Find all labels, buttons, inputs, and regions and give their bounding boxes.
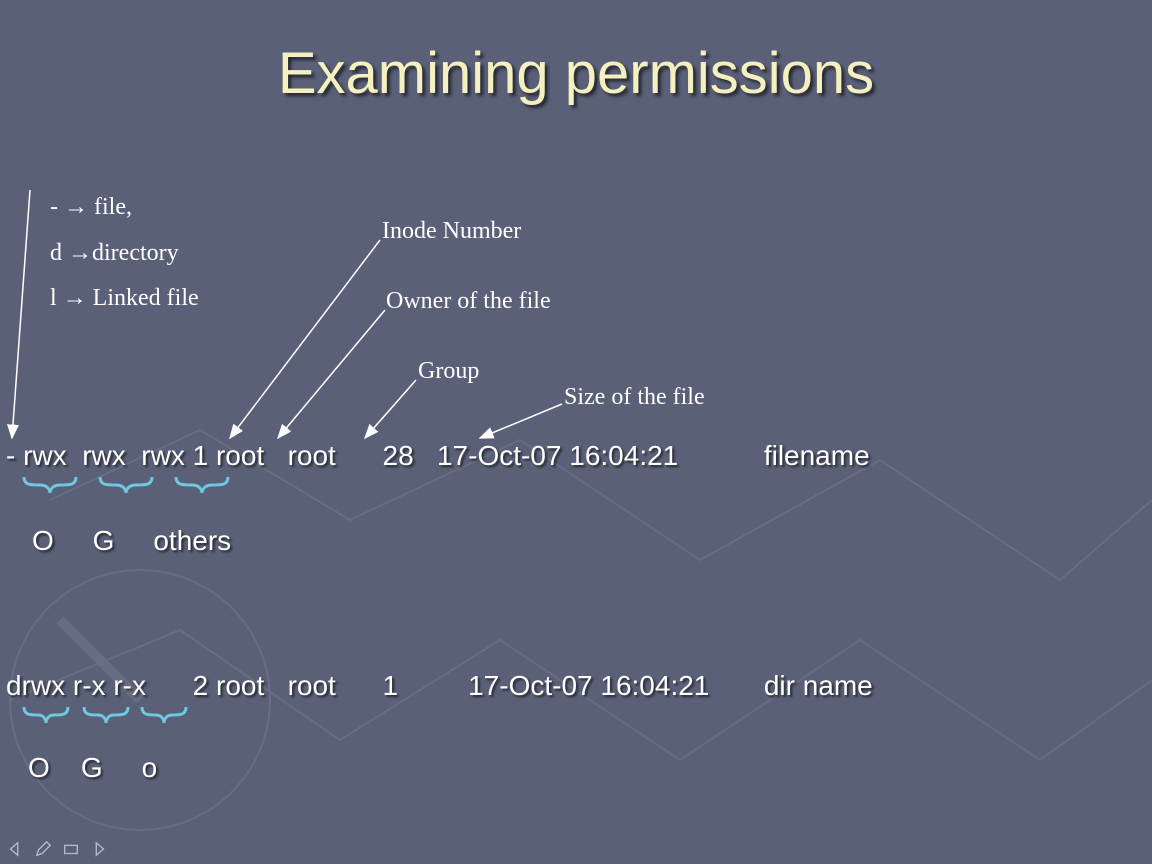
arrow-inode	[230, 240, 380, 438]
slide-navbar	[6, 840, 108, 858]
arrow-owner	[278, 310, 385, 438]
brace-labels-line-1: O G others	[32, 525, 231, 557]
slide-root: Examining permissions - → file, d →direc…	[0, 0, 1152, 864]
arrow-group	[365, 380, 416, 438]
brace-labels-line-2: O G o	[28, 752, 157, 784]
arrow-filetype	[12, 190, 30, 438]
listing-line-1: - rwx rwx rwx 1 root root 28 17-Oct-07 1…	[6, 440, 870, 472]
arrow-size	[480, 404, 562, 438]
menu-icon[interactable]	[62, 840, 80, 858]
braces-line-1	[0, 475, 260, 505]
next-icon[interactable]	[90, 840, 108, 858]
listing-line-2: drwx r-x r-x 2 root root 1 17-Oct-07 16:…	[6, 670, 873, 702]
pen-icon[interactable]	[34, 840, 52, 858]
braces-line-2	[0, 705, 220, 735]
prev-icon[interactable]	[6, 840, 24, 858]
